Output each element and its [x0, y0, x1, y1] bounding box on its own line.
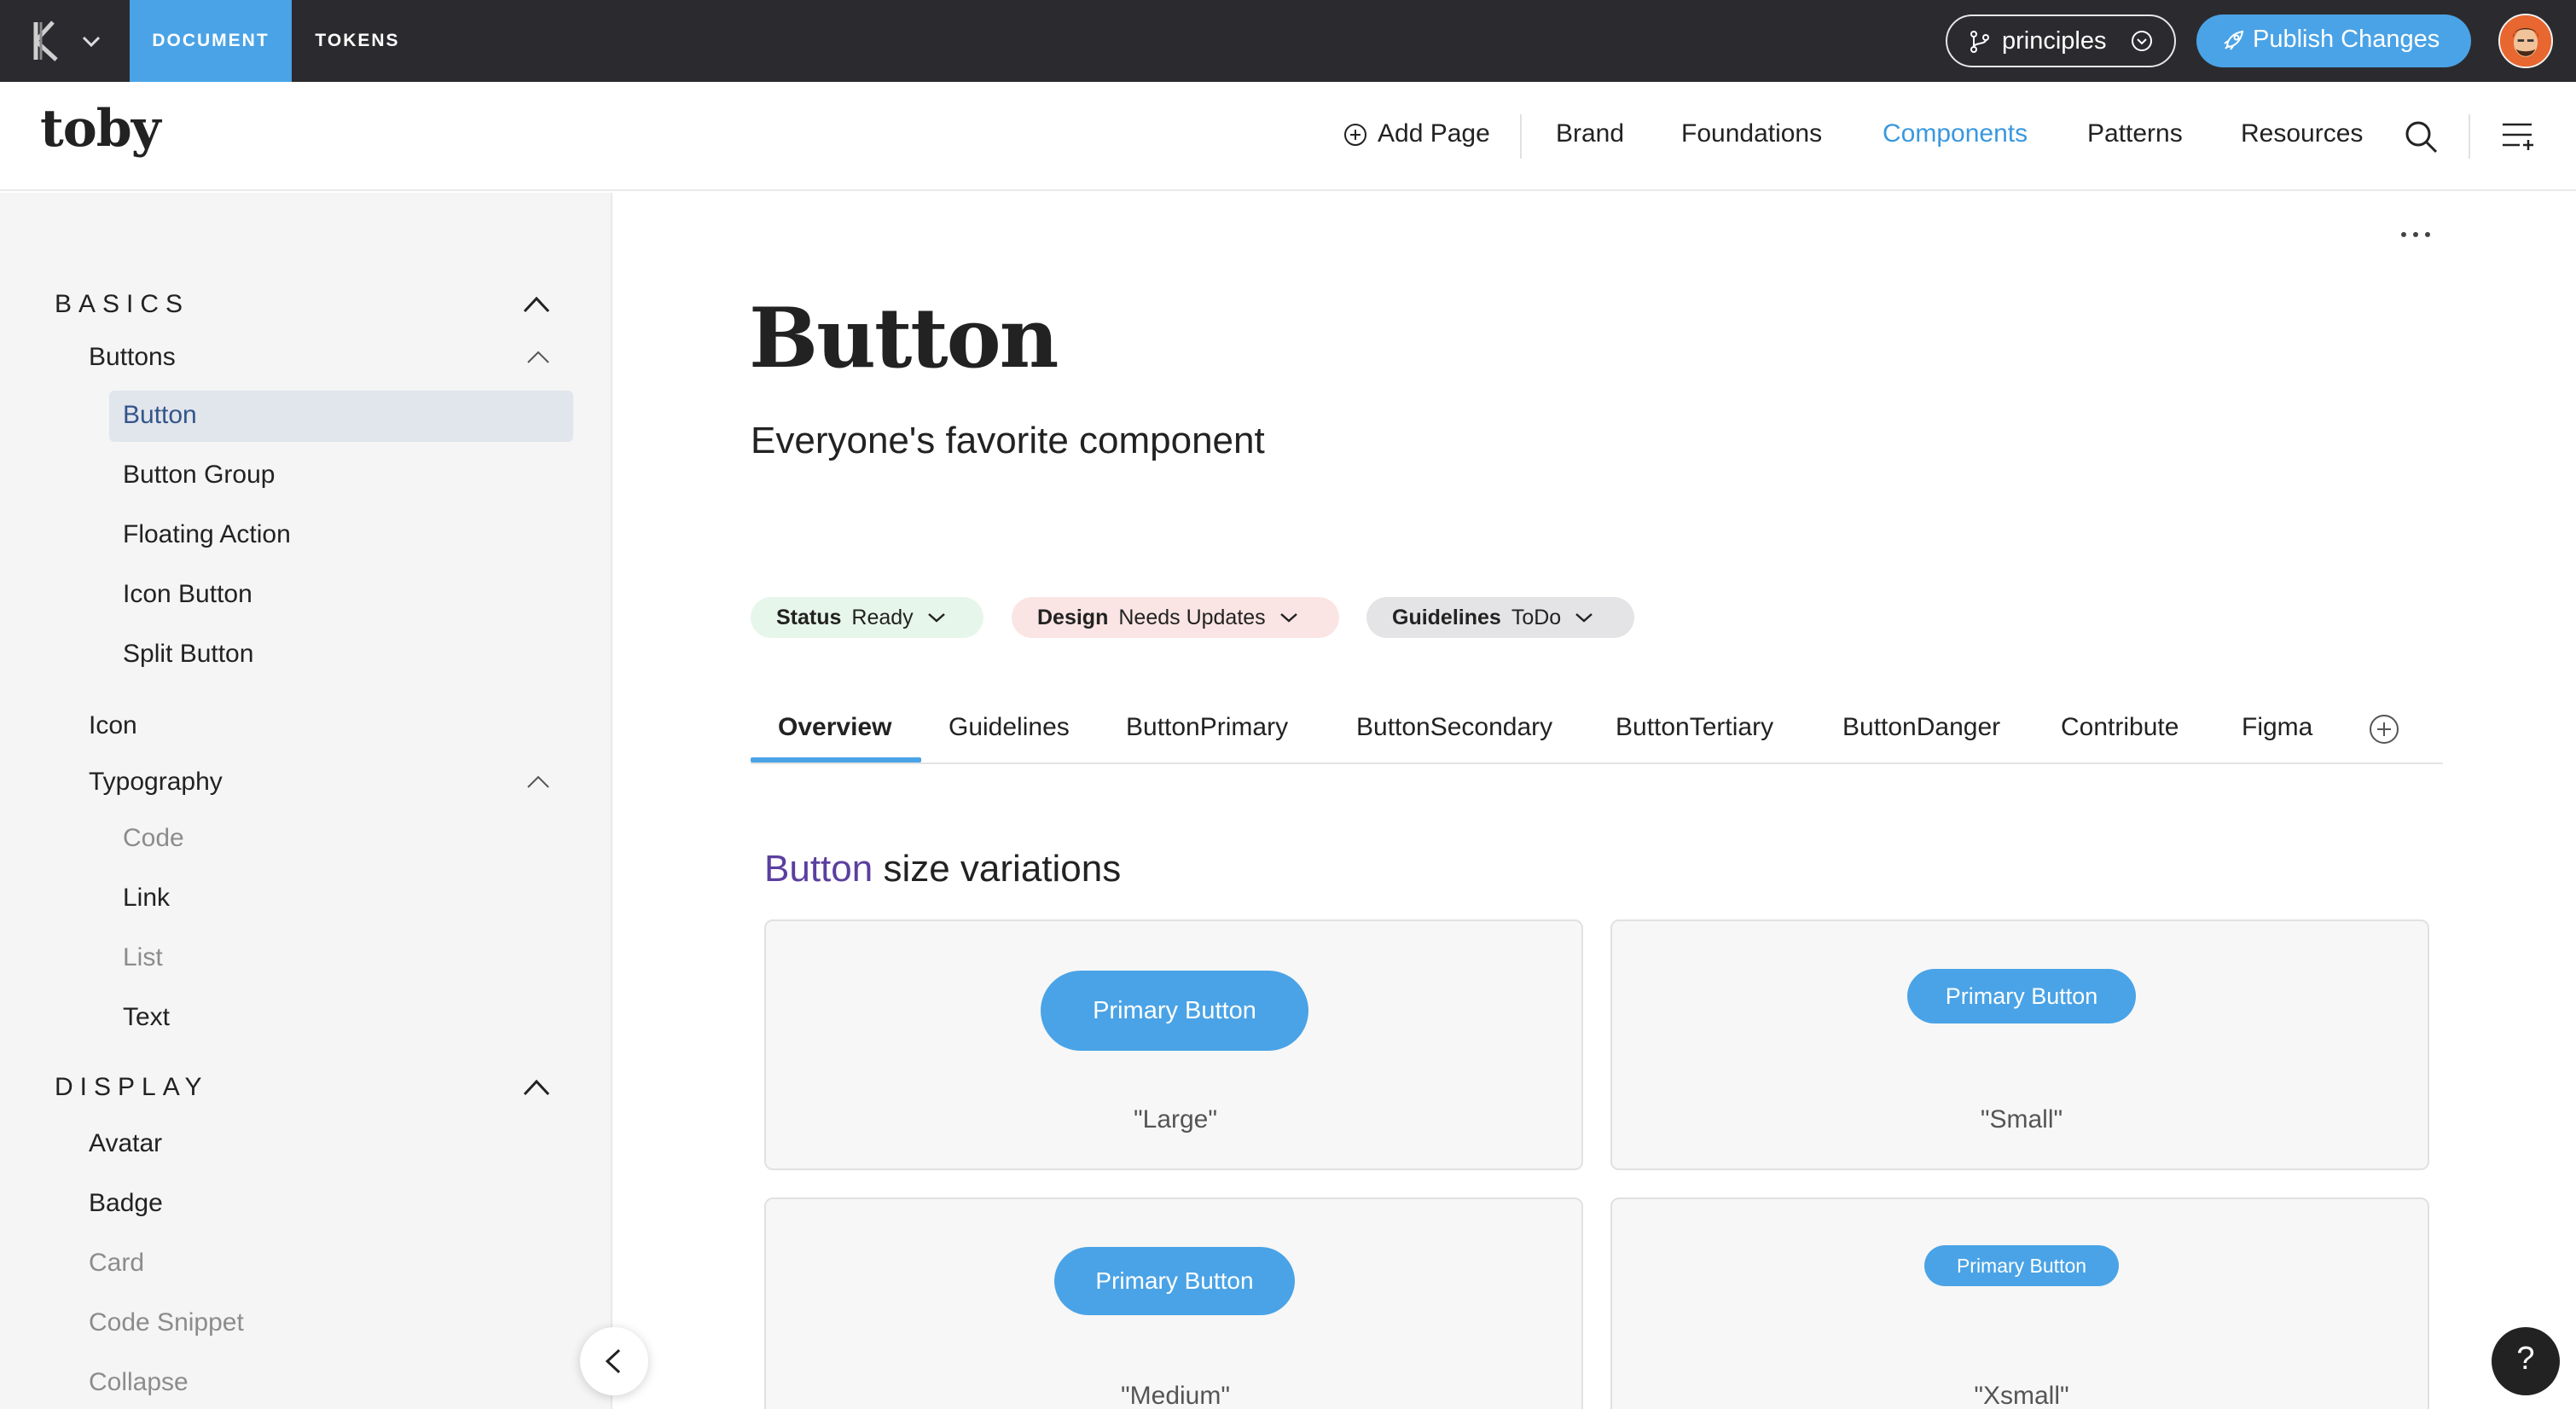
add-page-label: Add Page: [1378, 119, 1490, 148]
guidelines-pill-value: ToDo: [1511, 605, 1562, 629]
top-bar: DOCUMENT TOKENS principles Publish Chang…: [0, 0, 2576, 82]
page-subtitle: Everyone's favorite component: [751, 420, 1265, 461]
example-card-small: Primary Button "Small": [1610, 919, 2429, 1170]
nav-divider: [1520, 114, 1522, 159]
example-card-large: Primary Button "Large": [764, 919, 1583, 1170]
chevron-down-icon[interactable]: [82, 32, 101, 49]
section-heading: Button size variations: [764, 848, 1121, 890]
example-card-medium: Primary Button "Medium": [764, 1197, 1583, 1409]
sidebar-item-icon[interactable]: Icon: [89, 711, 137, 740]
sidebar-item-collapse[interactable]: Collapse: [89, 1368, 189, 1397]
chevron-up-icon[interactable]: [522, 1078, 551, 1097]
nav-resources[interactable]: Resources: [2241, 119, 2363, 148]
tab-buttonprimary[interactable]: ButtonPrimary: [1126, 713, 1288, 742]
avatar-portrait-icon: [2500, 15, 2551, 67]
chevron-up-icon[interactable]: [525, 774, 551, 790]
plus-circle-icon: [1344, 124, 1366, 146]
design-pill-value: Needs Updates: [1118, 605, 1266, 629]
collapse-sidebar-button[interactable]: [580, 1327, 648, 1395]
branch-selector[interactable]: principles: [1946, 14, 2176, 67]
sidebar-item-floating-action[interactable]: Floating Action: [123, 520, 291, 549]
primary-button-large[interactable]: Primary Button: [1041, 971, 1308, 1051]
nav-brand[interactable]: Brand: [1556, 119, 1624, 148]
status-pill-value: Ready: [851, 605, 914, 629]
sidebar-item-split-button[interactable]: Split Button: [123, 640, 253, 669]
card-caption: "Large": [1133, 1105, 1218, 1134]
sidebar: BASICS Buttons Button Button Group Float…: [0, 193, 612, 1409]
mode-tab-tokens[interactable]: TOKENS: [304, 0, 411, 82]
add-tab-icon[interactable]: [2368, 713, 2400, 745]
card-caption: "Small": [1980, 1105, 2063, 1134]
help-button[interactable]: ?: [2492, 1327, 2560, 1395]
chevron-down-icon: [1575, 613, 1593, 623]
primary-button-medium[interactable]: Primary Button: [1054, 1247, 1295, 1315]
search-icon[interactable]: [2404, 119, 2438, 154]
publish-changes-button[interactable]: Publish Changes: [2196, 14, 2471, 67]
example-card-xsmall: Primary Button "Xsmall": [1610, 1197, 2429, 1409]
card-caption: "Xsmall": [1974, 1382, 2069, 1409]
guidelines-pill[interactable]: Guidelines ToDo: [1366, 597, 1634, 638]
sidebar-group-typography[interactable]: Typography: [89, 768, 223, 797]
nav-foundations[interactable]: Foundations: [1681, 119, 1822, 148]
sidebar-item-icon-button[interactable]: Icon Button: [123, 580, 252, 609]
sidebar-item-avatar[interactable]: Avatar: [89, 1129, 162, 1158]
more-options-icon[interactable]: [2399, 229, 2433, 241]
logo-k-icon[interactable]: [31, 19, 73, 63]
chevron-down-icon: [1279, 613, 1297, 623]
help-label: ?: [2516, 1341, 2535, 1377]
nav-components[interactable]: Components: [1883, 119, 2028, 148]
chevron-up-icon[interactable]: [522, 295, 551, 314]
sidebar-item-list[interactable]: List: [123, 943, 163, 972]
tab-overview[interactable]: Overview: [778, 713, 891, 742]
chevron-down-icon: [927, 613, 945, 623]
menu-add-icon[interactable]: [2501, 121, 2537, 150]
tab-contribute[interactable]: Contribute: [2061, 713, 2179, 742]
sidebar-item-code-snippet[interactable]: Code Snippet: [89, 1308, 244, 1337]
design-pill[interactable]: Design Needs Updates: [1012, 597, 1339, 638]
active-tab-indicator: [751, 757, 921, 762]
tab-buttontertiary[interactable]: ButtonTertiary: [1616, 713, 1773, 742]
sidebar-item-text[interactable]: Text: [123, 1003, 170, 1032]
page-title: Button: [749, 290, 1059, 386]
nav-patterns[interactable]: Patterns: [2087, 119, 2183, 148]
primary-button-small[interactable]: Primary Button: [1907, 969, 2136, 1023]
tab-buttondanger[interactable]: ButtonDanger: [1842, 713, 2000, 742]
section-heading-accent: Button: [764, 848, 873, 890]
site-nav: toby Add Page Brand Foundations Componen…: [0, 82, 2576, 191]
sidebar-section-display[interactable]: DISPLAY: [55, 1073, 209, 1102]
publish-changes-label: Publish Changes: [2253, 26, 2440, 53]
git-branch-icon: [1970, 31, 1989, 53]
mode-tab-document[interactable]: DOCUMENT: [130, 0, 292, 82]
sidebar-item-badge[interactable]: Badge: [89, 1189, 163, 1218]
nav-divider: [2469, 114, 2470, 159]
sidebar-item-card[interactable]: Card: [89, 1249, 144, 1278]
page-tabs: Overview Guidelines ButtonPrimary Button…: [751, 704, 2443, 764]
tab-figma[interactable]: Figma: [2242, 713, 2312, 742]
guidelines-pill-label: Guidelines: [1392, 605, 1501, 629]
card-caption: "Medium": [1121, 1382, 1230, 1409]
design-pill-label: Design: [1037, 605, 1109, 629]
sidebar-item-button[interactable]: Button: [123, 401, 197, 430]
primary-button-xsmall[interactable]: Primary Button: [1924, 1245, 2119, 1286]
sidebar-section-basics[interactable]: BASICS: [55, 290, 189, 319]
rocket-icon: [2224, 30, 2244, 50]
user-avatar[interactable]: [2498, 14, 2553, 68]
sidebar-group-buttons[interactable]: Buttons: [89, 343, 176, 372]
chevron-up-icon[interactable]: [525, 350, 551, 365]
chevron-left-icon: [605, 1348, 621, 1374]
sidebar-item-button-group[interactable]: Button Group: [123, 461, 275, 490]
sidebar-item-code[interactable]: Code: [123, 824, 184, 853]
tab-buttonsecondary[interactable]: ButtonSecondary: [1356, 713, 1552, 742]
tab-guidelines[interactable]: Guidelines: [949, 713, 1070, 742]
status-pill[interactable]: Status Ready: [751, 597, 983, 638]
branch-label: principles: [2002, 27, 2107, 55]
section-heading-rest: size variations: [873, 848, 1122, 890]
status-pill-label: Status: [776, 605, 842, 629]
sidebar-item-link[interactable]: Link: [123, 884, 170, 913]
brand-logo[interactable]: toby: [40, 99, 161, 159]
chevron-down-circle-icon: [2132, 31, 2152, 51]
